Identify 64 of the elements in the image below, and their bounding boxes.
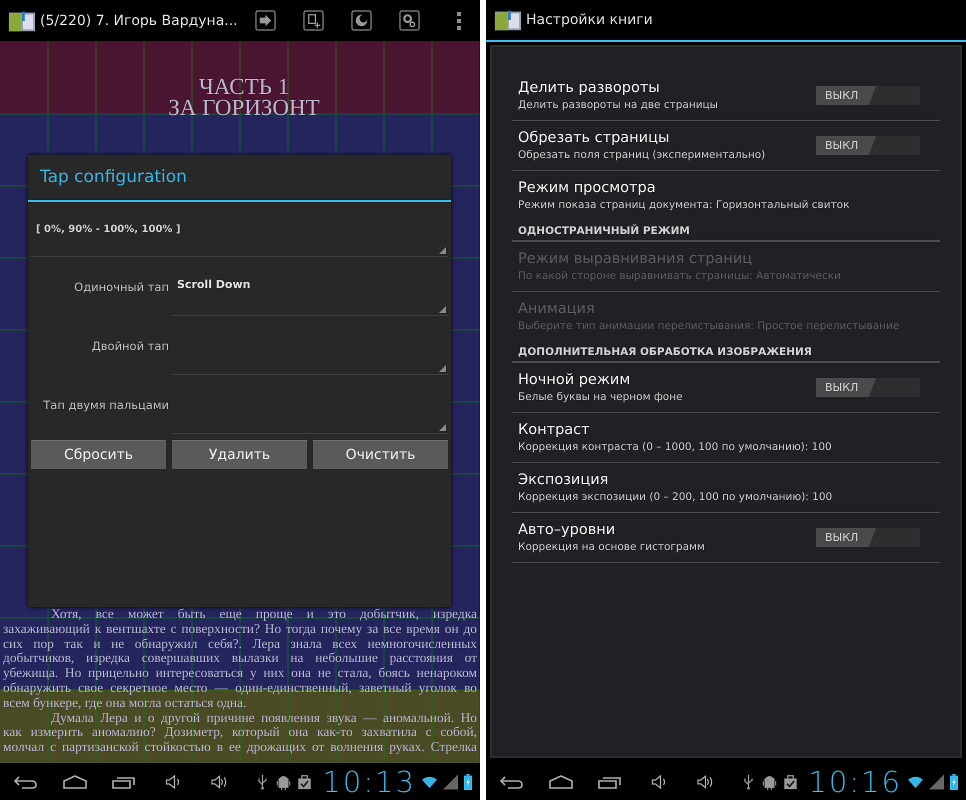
toggle-switch[interactable]: ВЫКЛ	[816, 378, 920, 397]
moon-icon[interactable]	[351, 10, 372, 31]
book-text-line: как измерить аномалию? Дозиметр, который она как-то захватила с собой,	[3, 725, 477, 740]
clock-time: 10:13	[322, 766, 416, 796]
home-icon[interactable]	[63, 774, 87, 788]
book-text-line: захаживающий к вентшахте с поверхности? Но тогда почему за все время он до	[3, 622, 477, 637]
volume-up-icon[interactable]	[697, 774, 714, 788]
shopping-bag-icon	[297, 774, 312, 790]
back-icon[interactable]	[500, 774, 524, 788]
toggle-switch[interactable]: ВЫКЛ	[816, 136, 920, 155]
signal-icon	[443, 774, 458, 790]
recent-apps-icon[interactable]	[598, 774, 622, 788]
action-spinner[interactable]: Scroll Down	[172, 257, 448, 316]
dialog-title: Tap configuration	[28, 155, 451, 202]
overflow-menu-icon[interactable]	[457, 12, 461, 30]
chapter-heading: ЧАСТЬ 1	[198, 76, 290, 97]
tap-label: Одиночный тап	[73, 279, 169, 294]
tap-label: Тап двумя пальцами	[42, 397, 169, 412]
preference-item[interactable]: Контраст Коррекция контраста (0 – 1000, 100 по умолчанию): 100	[512, 413, 940, 463]
book-text-line: Думала Лера и о другой причине появления звука — аномальной. Но	[51, 710, 477, 726]
arrow-right-icon[interactable]	[255, 10, 276, 31]
book-text-line: молчал с партизанской стойкостью в ее дрожащих от волнения руках. Стрелка	[3, 740, 477, 755]
preference-item[interactable]: Обрезать страницы Обрезать поля страниц (экспериментально) ВЫКЛ	[512, 121, 940, 171]
signal-icon	[929, 774, 944, 790]
battery-charging-icon	[464, 772, 472, 790]
battery-charging-icon	[950, 772, 958, 790]
clock-time: 10:16	[808, 766, 902, 796]
book-text-line: обнаружить свое секретное место — один-единственный, заветный уголок во	[3, 681, 477, 696]
volume-down-icon[interactable]	[165, 774, 182, 788]
section-header: ОДНОСТРАНИЧНЫЙ РЕЖИМ	[512, 220, 940, 242]
recent-apps-icon[interactable]	[112, 774, 136, 788]
tap-zone-row[interactable]	[0, 42, 480, 114]
dialog-button[interactable]: Удалить	[172, 440, 307, 469]
chapter-heading: ЗА ГОРИЗОНТ	[167, 97, 321, 118]
volume-up-icon[interactable]	[211, 774, 228, 788]
android-icon	[762, 774, 778, 790]
book-text-line: убежища. Но прицельно интересоваться у них она не стала, боясь ненароком	[3, 666, 477, 682]
book-text-line: сих пор так и не обнаружил себя?. Лера знала всех немногочисленных	[3, 636, 477, 652]
preference-item[interactable]: Экспозиция Коррекция экспозиции (0 – 200, 100 по умолчанию): 100	[512, 463, 940, 513]
preference-item[interactable]: Режим просмотра Режим показа страниц документа: Горизонтальный свиток	[512, 171, 940, 220]
tap-label: Двойной тап	[90, 338, 169, 353]
section-header: ДОПОЛНИТЕЛЬНАЯ ОБРАБОТКА ИЗОБРАЖЕНИЯ	[512, 341, 940, 363]
volume-down-icon[interactable]	[651, 774, 668, 788]
book-title: (5/220) 7. Игорь Вардуна...	[40, 12, 238, 28]
shopping-bag-icon	[783, 774, 798, 790]
zone-field[interactable]: [ 0%, 90% - 100%, 100% ]	[31, 202, 448, 257]
app-book-icon	[494, 8, 522, 32]
toggle-switch[interactable]: ВЫКЛ	[816, 528, 920, 547]
android-icon	[276, 774, 292, 790]
settings-icon[interactable]	[399, 10, 420, 31]
toggle-switch[interactable]: ВЫКЛ	[816, 86, 920, 105]
book-text-line: всем бункере, где она могла остаться одна.	[3, 696, 246, 711]
preference-item[interactable]: Ночной режим Белые буквы на черном фоне ВЫКЛ	[512, 363, 940, 413]
preference-item[interactable]: Делить развороты Делить развороты на две страницы ВЫКЛ	[512, 71, 940, 121]
screen-title: Настройки книги	[526, 12, 653, 28]
book-text-line: добытчиков, изредка совершавших вылазки на небольшие расстояния от	[3, 651, 477, 666]
page-add-icon[interactable]	[303, 10, 324, 31]
book-text-line: Хотя, все может быть еще проще и это добытчик, изредка	[50, 607, 477, 622]
dialog-button[interactable]: Очистить	[313, 440, 448, 469]
app-book-icon	[8, 8, 36, 32]
back-icon[interactable]	[14, 774, 38, 788]
home-icon[interactable]	[549, 774, 573, 788]
dialog-button[interactable]: Сбросить	[31, 440, 166, 469]
preference-item[interactable]: Авто–уровни Коррекция на основе гистограмм ВЫКЛ	[512, 513, 940, 563]
